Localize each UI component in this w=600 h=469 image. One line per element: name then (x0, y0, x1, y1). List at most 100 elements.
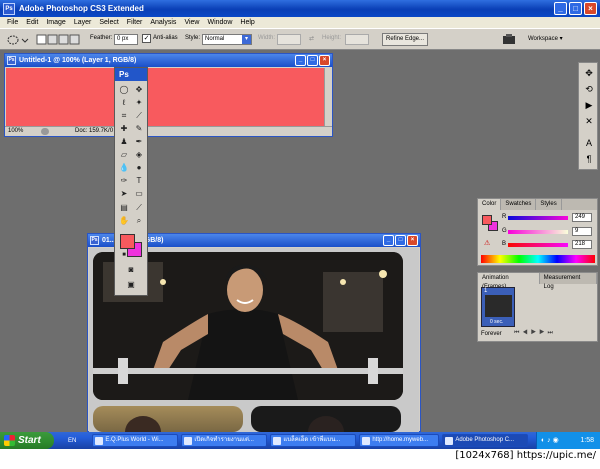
clone-stamp-tool-icon[interactable]: ♟ (118, 136, 130, 147)
width-input[interactable] (277, 34, 301, 45)
thumb-right-art (308, 416, 344, 432)
language-indicator[interactable]: EN (68, 438, 76, 444)
eyedropper-tool-icon[interactable]: ⟋ (133, 202, 145, 213)
crop-tool-icon[interactable]: ⌗ (118, 110, 130, 121)
color-r-slider[interactable] (508, 216, 568, 220)
brush-tool-icon[interactable]: ✎ (133, 123, 145, 134)
swap-icon[interactable]: ⇄ (309, 35, 314, 42)
color-g-value[interactable]: 9 (572, 227, 592, 236)
close-button[interactable]: × (584, 2, 597, 15)
menu-view[interactable]: View (180, 19, 203, 26)
zoom-tool-icon[interactable]: ⌕ (133, 215, 145, 226)
task-button-photoshop[interactable]: Adobe Photoshop C... (442, 434, 529, 447)
system-tray: ◐ ♪ ◉ 1:58 (536, 432, 600, 449)
animation-frame-1[interactable]: 1 0 sec. (481, 287, 515, 327)
menu-layer[interactable]: Layer (70, 19, 96, 26)
menu-filter[interactable]: Filter (123, 19, 147, 26)
rectangle-tool-icon[interactable]: ▭ (133, 188, 145, 199)
magic-wand-tool-icon[interactable]: ✦ (133, 97, 145, 108)
maximize-button[interactable]: □ (569, 2, 582, 15)
paint-bucket-tool-icon[interactable]: ◈ (133, 149, 145, 160)
windows-flag-icon (4, 435, 15, 446)
move-tool-icon[interactable]: ✥ (133, 84, 145, 95)
color-spectrum-ramp[interactable] (481, 255, 595, 263)
style-select[interactable]: Normal ▾ (202, 34, 252, 45)
hand-tool-icon[interactable]: ✋ (118, 215, 130, 226)
feather-input[interactable]: 0 px (114, 34, 138, 45)
workspace-menu[interactable]: Workspace ▾ (528, 35, 563, 42)
task-button-3[interactable]: แบล็คเอ็ด เข้าพี่แบน... (270, 434, 357, 447)
start-button[interactable]: Start (0, 432, 54, 449)
menu-edit[interactable]: Edit (22, 19, 42, 26)
task-label-4: http://home.myweb... (372, 437, 429, 443)
vertical-scrollbar[interactable] (324, 68, 332, 127)
notes-tool-icon[interactable]: ▤ (118, 202, 130, 213)
doc2-close-button[interactable]: × (407, 235, 418, 246)
task-button-4[interactable]: http://home.myweb... (359, 434, 440, 447)
animation-panel: Animation (Frames) Measurement Log 1 0 s… (477, 272, 598, 342)
pen-tool-icon[interactable]: ✑ (118, 175, 130, 186)
doc2-maximize-button[interactable]: □ (395, 235, 406, 246)
selection-mode-icons[interactable] (36, 34, 80, 46)
tab-swatches[interactable]: Swatches (501, 199, 537, 210)
elliptical-marquee-icon[interactable] (6, 34, 30, 46)
eraser-tool-icon[interactable]: ▱ (118, 149, 130, 160)
playback-controls[interactable]: ⏮◀▶▶⏭ (514, 330, 556, 337)
tab-measurement-log[interactable]: Measurement Log (540, 273, 597, 290)
slice-tool-icon[interactable]: ⟋ (133, 110, 145, 121)
doc-maximize-button[interactable]: □ (307, 55, 318, 66)
antialias-checkbox[interactable]: ✓ (142, 34, 151, 43)
minimize-button[interactable]: _ (554, 2, 567, 15)
default-colors-icon[interactable]: ■ (118, 250, 130, 261)
navigator-icon[interactable]: ✥ (583, 67, 595, 79)
canvas-red-layer[interactable] (6, 68, 325, 127)
history-icon[interactable]: ⟲ (583, 83, 595, 95)
lasso-tool-icon[interactable]: ℓ (118, 97, 130, 108)
doc-close-button[interactable]: × (319, 55, 330, 66)
tool-presets-icon[interactable]: ✕ (583, 115, 595, 127)
refine-edge-button[interactable]: Refine Edge... (382, 33, 428, 46)
color-g-slider[interactable] (508, 230, 568, 234)
frame-delay[interactable]: 0 sec. (490, 319, 503, 325)
color-b-slider[interactable] (508, 243, 568, 247)
doc-minimize-button[interactable]: _ (295, 55, 306, 66)
character-icon[interactable]: A (583, 137, 595, 149)
photo-thumb-right (251, 406, 401, 432)
tray-icons[interactable]: ◐ ♪ ◉ (541, 432, 559, 449)
type-tool-icon[interactable]: T (133, 175, 145, 186)
clock[interactable]: 1:58 (580, 437, 594, 444)
zoom-level[interactable]: 100% (8, 127, 23, 136)
marquee-tool-icon[interactable]: ◯ (118, 84, 130, 95)
task-button-2[interactable]: เปิดเกิจทำรายงานแต่... (181, 434, 268, 447)
path-selection-tool-icon[interactable]: ➤ (118, 188, 130, 199)
history-brush-tool-icon[interactable]: ✒ (133, 136, 145, 147)
paragraph-icon[interactable]: ¶ (583, 153, 595, 165)
loop-select[interactable]: Forever (481, 331, 502, 337)
menu-image[interactable]: Image (42, 19, 69, 26)
dodge-tool-icon[interactable]: ● (133, 162, 145, 173)
height-input[interactable] (345, 34, 369, 45)
screen-mode-icon[interactable]: ▣ (125, 279, 137, 290)
menu-file[interactable]: File (3, 19, 22, 26)
blur-tool-icon[interactable]: 💧 (118, 162, 130, 173)
color-fg-swatch[interactable] (482, 215, 492, 225)
quick-mask-icon[interactable]: ◙ (125, 264, 137, 275)
gamut-warning-icon[interactable]: ⚠ (484, 239, 490, 247)
tab-animation-frames[interactable]: Animation (Frames) (478, 273, 540, 290)
menu-select[interactable]: Select (95, 19, 122, 26)
healing-brush-tool-icon[interactable]: ✚ (118, 123, 130, 134)
tab-styles[interactable]: Styles (536, 199, 562, 210)
menu-help[interactable]: Help (236, 19, 258, 26)
menu-analysis[interactable]: Analysis (146, 19, 180, 26)
menu-window[interactable]: Window (203, 19, 236, 26)
status-info-icon[interactable] (41, 128, 49, 135)
foreground-color-swatch[interactable] (120, 234, 135, 249)
doc2-minimize-button[interactable]: _ (383, 235, 394, 246)
document-titlebar[interactable]: Ps Untitled-1 @ 100% (Layer 1, RGB/8) _ … (5, 54, 332, 67)
task-button-1[interactable]: E.Q.Plus World - Wi... (92, 434, 179, 447)
bridge-icon[interactable] (502, 33, 516, 45)
color-b-value[interactable]: 218 (572, 240, 592, 249)
actions-icon[interactable]: ▶ (583, 99, 595, 111)
tab-color[interactable]: Color (478, 199, 502, 210)
color-r-value[interactable]: 249 (572, 213, 592, 222)
